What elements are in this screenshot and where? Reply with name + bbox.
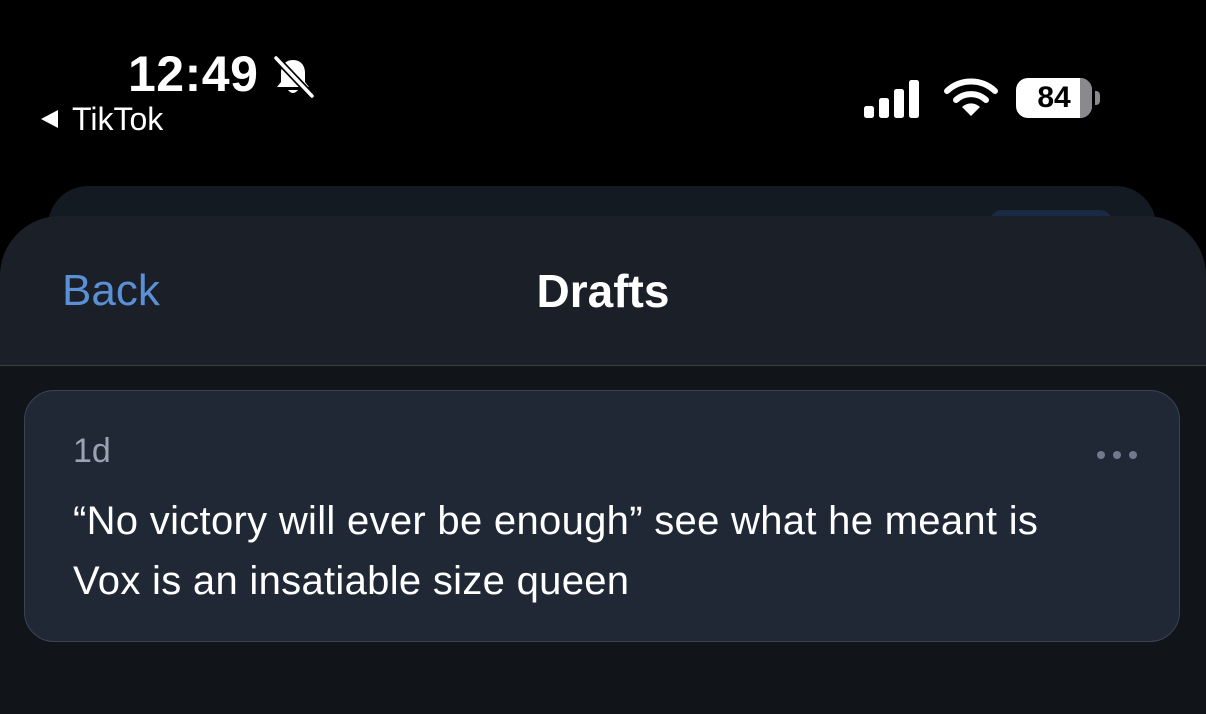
wifi-icon (944, 78, 998, 116)
battery-body: 84 (1016, 78, 1092, 118)
page-title: Drafts (536, 265, 670, 317)
screen: 12:49 TikTok 84 Back Drafts 1d “No victo… (0, 0, 1206, 714)
sheet-header: Back Drafts (0, 216, 1206, 366)
drafts-sheet: Back Drafts 1d “No victory will ever be … (0, 216, 1206, 714)
more-horizontal-icon[interactable] (1093, 441, 1141, 469)
back-to-app-link[interactable]: TikTok (38, 100, 163, 138)
back-triangle-icon (41, 110, 58, 128)
battery-percent: 84 (1037, 81, 1071, 114)
draft-age: 1d (73, 432, 111, 470)
back-app-label: TikTok (72, 101, 164, 137)
draft-card[interactable]: 1d “No victory will ever be enough” see … (24, 390, 1180, 642)
battery-icon: 84 (1016, 78, 1100, 118)
bell-slash-icon (272, 54, 316, 100)
cellular-signal-icon (864, 80, 919, 118)
draft-text: “No victory will ever be enough” see wha… (73, 499, 1039, 603)
status-time: 12:49 (128, 46, 259, 102)
battery-tip (1095, 91, 1100, 105)
